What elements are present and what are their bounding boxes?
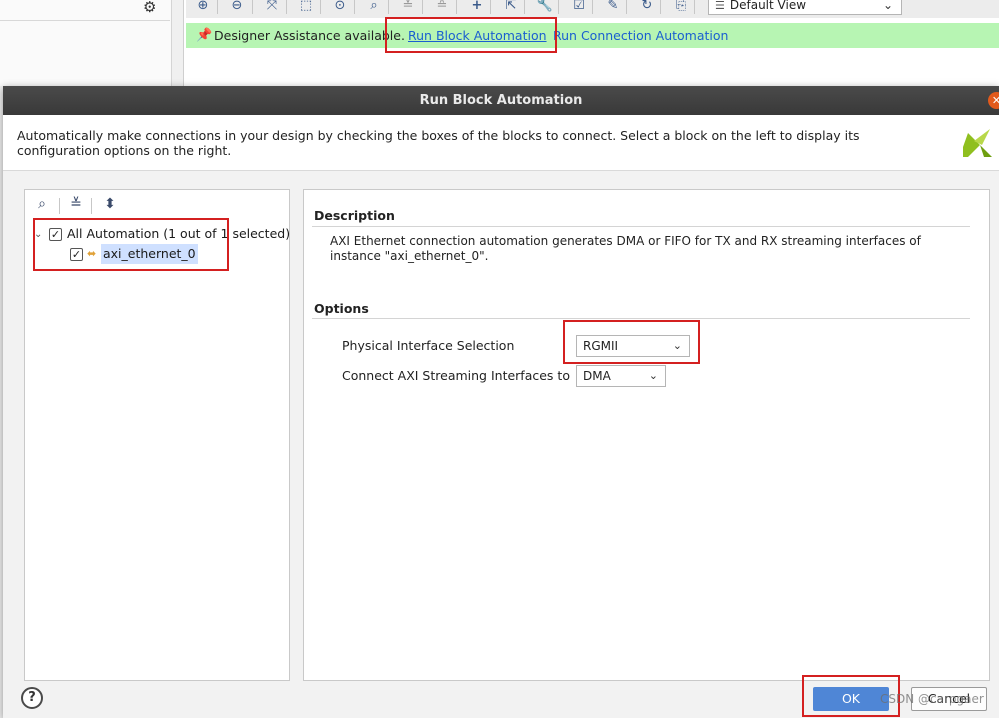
tree-toolbar: ⌕ ≚ ⬍ [25, 190, 289, 222]
dialog-title: Run Block Automation [419, 93, 583, 108]
toolbar-separator [286, 0, 287, 14]
axi-streaming-select[interactable]: DMA ⌄ [576, 365, 666, 387]
search-icon[interactable]: ⌕ [33, 196, 51, 214]
toolbar-separator [524, 0, 525, 14]
toolbar-separator [252, 0, 253, 14]
ip-block-icon: ⬌ [87, 247, 97, 260]
axi-streaming-label: Connect AXI Streaming Interfaces to [342, 368, 570, 383]
item-checkbox[interactable]: ✓ [70, 248, 83, 261]
assist-message: Designer Assistance available. [214, 28, 405, 43]
configuration-panel: Description AXI Ethernet connection auto… [303, 189, 990, 681]
search-icon[interactable]: ⌕ [365, 0, 383, 15]
run-block-automation-dialog: Run Block Automation ✕ Automatically mak… [3, 86, 999, 718]
root-checkbox[interactable]: ✓ [49, 228, 62, 241]
toolbar-separator [422, 0, 423, 14]
physical-interface-label: Physical Interface Selection [342, 338, 515, 353]
chevron-down-icon: ⌄ [672, 339, 682, 352]
description-title: Description [314, 208, 395, 223]
dialog-title-bar: Run Block Automation ✕ [3, 86, 999, 115]
refresh-icon[interactable]: ↻ [638, 0, 656, 15]
toolbar-separator [626, 0, 627, 14]
expand-icon[interactable]: ≙ [433, 0, 451, 15]
fit-view-icon[interactable]: ⤧ [263, 0, 281, 15]
wrench-icon[interactable]: 🔧 [536, 0, 554, 15]
tree-item-label: axi_ethernet_0 [101, 244, 198, 264]
description-text: AXI Ethernet connection automation gener… [330, 234, 921, 263]
fit-selection-icon[interactable]: ⬚ [297, 0, 315, 15]
tree-root-row[interactable]: ⌄ ✓ All Automation (1 out of 1 selected) [25, 224, 291, 245]
chevron-down-icon: ⌄ [882, 0, 893, 12]
toolbar-separator [59, 198, 60, 214]
toolbar-separator [456, 0, 457, 14]
collapse-icon[interactable]: ≚ [399, 0, 417, 15]
run-connection-automation-link[interactable]: Run Connection Automation [553, 23, 728, 48]
toolbar-separator [217, 0, 218, 14]
gear-icon[interactable]: ⚙ [143, 0, 156, 16]
toolbar-separator [320, 0, 321, 14]
chevron-down-icon[interactable]: ⌄ [34, 225, 42, 245]
automation-tree-panel: ⌕ ≚ ⬍ ⌄ ✓ All Automation (1 out of 1 sel… [24, 189, 290, 681]
close-icon[interactable]: ✕ [988, 92, 999, 109]
options-title: Options [314, 301, 369, 316]
expand-all-icon[interactable]: ⬍ [101, 196, 119, 214]
add-module-icon[interactable]: ⇱ [502, 0, 520, 15]
ok-button[interactable]: OK [813, 687, 889, 711]
axi-streaming-value: DMA [583, 369, 611, 383]
toolbar-separator [91, 198, 92, 214]
left-sidebar: ⚙ [0, 0, 172, 86]
header-description: Automatically make connections in your d… [17, 128, 860, 158]
pin-icon[interactable]: ✎ [604, 0, 622, 15]
run-block-automation-link[interactable]: Run Block Automation [408, 23, 547, 48]
toolbar-separator [558, 0, 559, 14]
view-select[interactable]: ☰ Default View ⌄ [708, 0, 902, 15]
section-divider [312, 318, 970, 319]
toolbar-separator [388, 0, 389, 14]
section-divider [312, 226, 970, 227]
regenerate-icon[interactable]: ⎘ [672, 0, 690, 15]
zoom-in-icon[interactable]: ⊕ [194, 0, 212, 15]
add-icon[interactable]: + [468, 0, 486, 15]
physical-interface-value: RGMII [583, 339, 619, 353]
collapse-all-icon[interactable]: ≚ [67, 196, 85, 214]
toolbar-separator [592, 0, 593, 14]
watermark: CSDN @carpgaer [880, 692, 984, 706]
zoom-out-icon[interactable]: ⊖ [228, 0, 246, 15]
designer-assistance-bar: 📌 Designer Assistance available. Run Blo… [186, 23, 999, 48]
help-button[interactable]: ? [21, 687, 43, 709]
chevron-down-icon: ⌄ [648, 369, 658, 382]
toolbar-separator [660, 0, 661, 14]
assist-pin-icon: 📌 [196, 28, 213, 43]
validate-icon[interactable]: ☑ [570, 0, 588, 15]
xilinx-logo-icon [963, 129, 992, 157]
dialog-header: Automatically make connections in your d… [3, 115, 999, 171]
menu-lines-icon: ☰ [715, 0, 725, 12]
toolbar-separator [354, 0, 355, 14]
divider [0, 20, 170, 21]
view-select-value: Default View [729, 0, 807, 12]
target-icon[interactable]: ⊙ [331, 0, 349, 15]
toolbar-separator [490, 0, 491, 14]
physical-interface-select[interactable]: RGMII ⌄ [576, 335, 690, 357]
root-label: All Automation (1 out of 1 selected) [67, 226, 291, 241]
tree-item-row[interactable]: ✓ ⬌ axi_ethernet_0 [25, 244, 289, 264]
toolbar-separator [694, 0, 695, 14]
